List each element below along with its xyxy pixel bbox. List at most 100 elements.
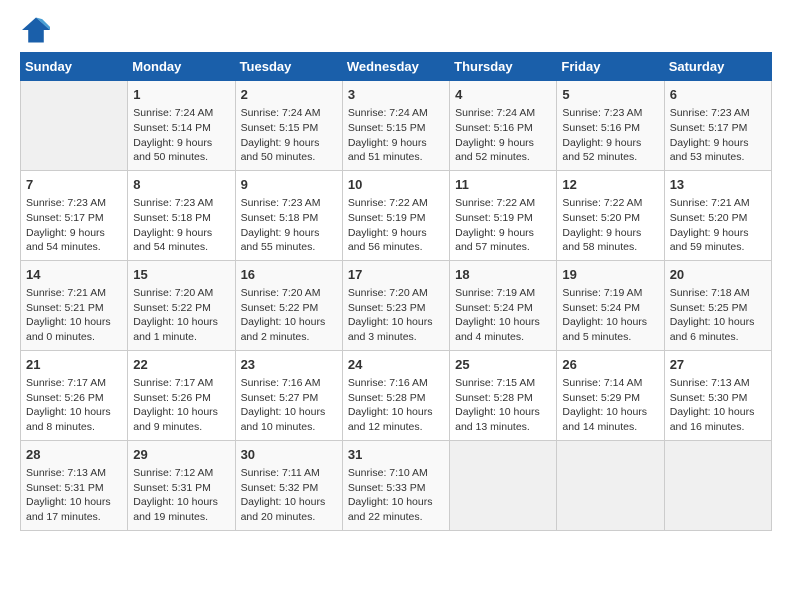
cell-info: Sunrise: 7:12 AM	[133, 466, 229, 481]
calendar-cell: 14Sunrise: 7:21 AMSunset: 5:21 PMDayligh…	[21, 260, 128, 350]
calendar-cell: 31Sunrise: 7:10 AMSunset: 5:33 PMDayligh…	[342, 440, 449, 530]
cell-info: Sunset: 5:17 PM	[670, 121, 766, 136]
calendar-cell: 29Sunrise: 7:12 AMSunset: 5:31 PMDayligh…	[128, 440, 235, 530]
cell-info: and 13 minutes.	[455, 420, 551, 435]
cell-info: Sunrise: 7:17 AM	[26, 376, 122, 391]
calendar-cell: 16Sunrise: 7:20 AMSunset: 5:22 PMDayligh…	[235, 260, 342, 350]
cell-info: Daylight: 9 hours	[26, 226, 122, 241]
cell-info: Daylight: 10 hours	[241, 315, 337, 330]
day-number: 8	[133, 176, 229, 194]
cell-info: Sunset: 5:28 PM	[348, 391, 444, 406]
day-number: 4	[455, 86, 551, 104]
day-number: 10	[348, 176, 444, 194]
calendar-cell: 3Sunrise: 7:24 AMSunset: 5:15 PMDaylight…	[342, 81, 449, 171]
day-number: 15	[133, 266, 229, 284]
day-number: 14	[26, 266, 122, 284]
cell-info: Daylight: 9 hours	[562, 226, 658, 241]
calendar-cell: 22Sunrise: 7:17 AMSunset: 5:26 PMDayligh…	[128, 350, 235, 440]
cell-info: Daylight: 9 hours	[348, 136, 444, 151]
cell-info: Sunrise: 7:19 AM	[455, 286, 551, 301]
day-header-friday: Friday	[557, 53, 664, 81]
day-number: 23	[241, 356, 337, 374]
day-number: 6	[670, 86, 766, 104]
calendar-cell: 1Sunrise: 7:24 AMSunset: 5:14 PMDaylight…	[128, 81, 235, 171]
calendar-cell: 17Sunrise: 7:20 AMSunset: 5:23 PMDayligh…	[342, 260, 449, 350]
day-number: 9	[241, 176, 337, 194]
calendar-cell	[21, 81, 128, 171]
cell-info: and 17 minutes.	[26, 510, 122, 525]
cell-info: Sunset: 5:33 PM	[348, 481, 444, 496]
calendar-table: SundayMondayTuesdayWednesdayThursdayFrid…	[20, 52, 772, 531]
calendar-cell: 8Sunrise: 7:23 AMSunset: 5:18 PMDaylight…	[128, 170, 235, 260]
calendar-cell: 12Sunrise: 7:22 AMSunset: 5:20 PMDayligh…	[557, 170, 664, 260]
calendar-cell	[664, 440, 771, 530]
day-number: 16	[241, 266, 337, 284]
calendar-cell: 24Sunrise: 7:16 AMSunset: 5:28 PMDayligh…	[342, 350, 449, 440]
day-header-tuesday: Tuesday	[235, 53, 342, 81]
cell-info: Sunrise: 7:16 AM	[348, 376, 444, 391]
cell-info: Daylight: 10 hours	[348, 315, 444, 330]
calendar-cell: 23Sunrise: 7:16 AMSunset: 5:27 PMDayligh…	[235, 350, 342, 440]
cell-info: Sunrise: 7:21 AM	[670, 196, 766, 211]
cell-info: Sunset: 5:17 PM	[26, 211, 122, 226]
cell-info: Daylight: 10 hours	[241, 495, 337, 510]
calendar-cell: 6Sunrise: 7:23 AMSunset: 5:17 PMDaylight…	[664, 81, 771, 171]
cell-info: Sunset: 5:19 PM	[455, 211, 551, 226]
cell-info: and 3 minutes.	[348, 330, 444, 345]
cell-info: Sunrise: 7:15 AM	[455, 376, 551, 391]
day-number: 1	[133, 86, 229, 104]
cell-info: Sunset: 5:24 PM	[562, 301, 658, 316]
cell-info: and 54 minutes.	[133, 240, 229, 255]
day-number: 25	[455, 356, 551, 374]
cell-info: and 1 minute.	[133, 330, 229, 345]
calendar-cell: 21Sunrise: 7:17 AMSunset: 5:26 PMDayligh…	[21, 350, 128, 440]
cell-info: and 9 minutes.	[133, 420, 229, 435]
cell-info: Sunrise: 7:22 AM	[348, 196, 444, 211]
calendar-cell	[557, 440, 664, 530]
cell-info: and 14 minutes.	[562, 420, 658, 435]
day-number: 28	[26, 446, 122, 464]
cell-info: and 10 minutes.	[241, 420, 337, 435]
cell-info: Sunrise: 7:24 AM	[241, 106, 337, 121]
calendar-cell: 25Sunrise: 7:15 AMSunset: 5:28 PMDayligh…	[450, 350, 557, 440]
cell-info: Sunrise: 7:11 AM	[241, 466, 337, 481]
cell-info: Sunset: 5:27 PM	[241, 391, 337, 406]
cell-info: Sunset: 5:15 PM	[241, 121, 337, 136]
logo-icon	[20, 16, 52, 44]
cell-info: and 55 minutes.	[241, 240, 337, 255]
day-header-monday: Monday	[128, 53, 235, 81]
cell-info: Sunset: 5:16 PM	[455, 121, 551, 136]
cell-info: Daylight: 10 hours	[26, 315, 122, 330]
cell-info: Sunrise: 7:21 AM	[26, 286, 122, 301]
cell-info: Daylight: 10 hours	[455, 405, 551, 420]
day-number: 3	[348, 86, 444, 104]
cell-info: Sunrise: 7:23 AM	[241, 196, 337, 211]
cell-info: Sunrise: 7:24 AM	[348, 106, 444, 121]
calendar-cell: 10Sunrise: 7:22 AMSunset: 5:19 PMDayligh…	[342, 170, 449, 260]
cell-info: Sunrise: 7:10 AM	[348, 466, 444, 481]
day-number: 27	[670, 356, 766, 374]
cell-info: Daylight: 10 hours	[241, 405, 337, 420]
cell-info: and 53 minutes.	[670, 150, 766, 165]
cell-info: Sunrise: 7:24 AM	[455, 106, 551, 121]
cell-info: Daylight: 9 hours	[348, 226, 444, 241]
cell-info: Sunrise: 7:20 AM	[133, 286, 229, 301]
cell-info: and 54 minutes.	[26, 240, 122, 255]
cell-info: and 8 minutes.	[26, 420, 122, 435]
cell-info: and 51 minutes.	[348, 150, 444, 165]
day-number: 11	[455, 176, 551, 194]
cell-info: Sunrise: 7:19 AM	[562, 286, 658, 301]
cell-info: Daylight: 10 hours	[26, 405, 122, 420]
cell-info: and 5 minutes.	[562, 330, 658, 345]
cell-info: Daylight: 10 hours	[562, 405, 658, 420]
cell-info: Daylight: 10 hours	[670, 405, 766, 420]
cell-info: and 4 minutes.	[455, 330, 551, 345]
cell-info: Daylight: 10 hours	[455, 315, 551, 330]
cell-info: Sunrise: 7:14 AM	[562, 376, 658, 391]
week-row-2: 7Sunrise: 7:23 AMSunset: 5:17 PMDaylight…	[21, 170, 772, 260]
cell-info: Daylight: 9 hours	[455, 226, 551, 241]
cell-info: and 22 minutes.	[348, 510, 444, 525]
cell-info: Sunset: 5:22 PM	[241, 301, 337, 316]
week-row-5: 28Sunrise: 7:13 AMSunset: 5:31 PMDayligh…	[21, 440, 772, 530]
calendar-cell: 30Sunrise: 7:11 AMSunset: 5:32 PMDayligh…	[235, 440, 342, 530]
